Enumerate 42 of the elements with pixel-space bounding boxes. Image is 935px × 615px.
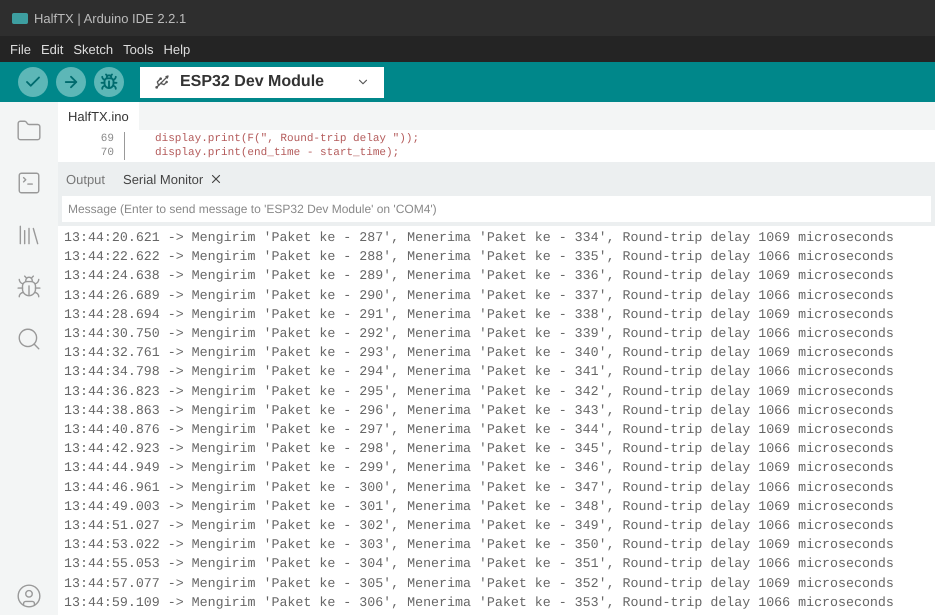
usb-icon xyxy=(154,74,170,90)
code-line: display.print(F(", Round-trip delay ")); xyxy=(155,132,420,146)
menu-item[interactable]: Help xyxy=(163,42,190,56)
bug-icon xyxy=(100,73,118,91)
log-line: 13:44:32.761 -> Mengirim 'Paket ke - 293', Menerima 'Paket ke - 340', Round-trip delay 1069 microseconds xyxy=(64,344,895,362)
log-line: 13:44:51.027 -> Mengirim 'Paket ke - 302', Menerima 'Paket ke - 349', Round-trip delay 1066 microseconds xyxy=(64,517,895,536)
menu-item[interactable]: Tools xyxy=(123,42,154,56)
upload-button[interactable] xyxy=(56,67,86,97)
log-line: 13:44:57.077 -> Mengirim 'Paket ke - 305', Menerima 'Paket ke - 352', Round-trip delay 1069 microseconds xyxy=(64,574,895,593)
log-line: 13:44:30.750 -> Mengirim 'Paket ke - 292', Menerima 'Paket ke - 339', Round-trip delay 1066 microseconds xyxy=(64,325,895,344)
line-number: 69 xyxy=(58,132,125,146)
verify-button[interactable] xyxy=(18,67,48,97)
arrow-icon xyxy=(62,73,80,91)
log-line: 13:44:24.638 -> Mengirim 'Paket ke - 289', Menerima 'Paket ke - 336', Round-trip delay 1069 microseconds xyxy=(64,267,895,286)
log-line: 13:44:22.622 -> Mengirim 'Paket ke - 288', Menerima 'Paket ke - 335', Round-trip delay 1066 microseconds xyxy=(64,248,895,266)
line-number: 70 xyxy=(58,146,125,160)
log-line: 13:44:42.923 -> Mengirim 'Paket ke - 298', Menerima 'Paket ke - 345', Round-trip delay 1066 microseconds xyxy=(64,440,895,458)
board-selector[interactable]: ESP32 Dev Module xyxy=(140,66,384,98)
menu-item[interactable]: Edit xyxy=(40,42,64,56)
log-line: 13:44:44.949 -> Mengirim 'Paket ke - 299', Menerima 'Paket ke - 346', Round-trip delay 1069 microseconds xyxy=(64,459,895,478)
log-line: 13:44:36.823 -> Mengirim 'Paket ke - 295', Menerima 'Paket ke - 342', Round-trip delay 1069 microseconds xyxy=(64,382,895,401)
log-line: 13:44:20.621 -> Mengirim 'Paket ke - 287', Menerima 'Paket ke - 334', Round-trip delay 1069 microseconds xyxy=(64,229,895,247)
message-field[interactable]: Message (Enter to send message to 'ESP32 Dev Module' on 'COM4') xyxy=(62,196,931,222)
window-title: HalfTX | Arduino IDE 2.2.1 xyxy=(34,10,186,26)
log-line: 13:44:49.003 -> Mengirim 'Paket ke - 301', Menerima 'Paket ke - 348', Round-trip delay 1069 microseconds xyxy=(64,498,895,516)
panel-tab[interactable]: Output xyxy=(66,172,106,186)
panel-tab[interactable]: Serial Monitor xyxy=(123,172,224,186)
log-line: 13:44:59.109 -> Mengirim 'Paket ke - 306', Menerima 'Paket ke - 353', Round-trip delay 1066 microseconds xyxy=(64,594,895,612)
log-line: 13:44:28.694 -> Mengirim 'Paket ke - 291', Menerima 'Paket ke - 338', Round-trip delay 1069 microseconds xyxy=(64,306,895,324)
log-line: 13:44:26.689 -> Mengirim 'Paket ke - 290', Menerima 'Paket ke - 337', Round-trip delay 1066 microseconds xyxy=(64,286,895,305)
menu-item[interactable]: Sketch xyxy=(73,42,114,56)
menu-item[interactable]: File xyxy=(10,42,31,56)
log-line: 13:44:40.876 -> Mengirim 'Paket ke - 297', Menerima 'Paket ke - 344', Round-trip delay 1069 microseconds xyxy=(64,421,895,440)
code-line: display.print(end_time - start_time); xyxy=(155,146,400,160)
log-line: 13:44:46.961 -> Mengirim 'Paket ke - 300', Menerima 'Paket ke - 347', Round-trip delay 1066 microseconds xyxy=(64,478,895,497)
log-line: 13:44:34.798 -> Mengirim 'Paket ke - 294', Menerima 'Paket ke - 341', Round-trip delay 1066 microseconds xyxy=(64,363,895,382)
log-line: 13:44:53.022 -> Mengirim 'Paket ke - 303', Menerima 'Paket ke - 350', Round-trip delay 1069 microseconds xyxy=(64,536,895,554)
app-logo-icon xyxy=(12,12,28,24)
file-tab[interactable]: HalfTX.ino xyxy=(58,102,139,130)
log-line: 13:44:38.863 -> Mengirim 'Paket ke - 296', Menerima 'Paket ke - 343', Round-trip delay 1066 microseconds xyxy=(64,402,895,420)
debug-button[interactable] xyxy=(94,67,124,97)
log-line: 13:44:55.053 -> Mengirim 'Paket ke - 304', Menerima 'Paket ke - 351', Round-trip delay 1066 microseconds xyxy=(64,555,895,574)
